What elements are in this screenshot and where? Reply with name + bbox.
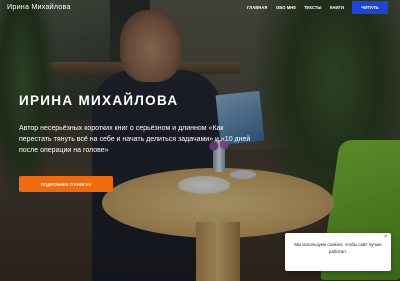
read-button[interactable]: ЧИТАТЬ bbox=[352, 1, 388, 14]
nav-link-books[interactable]: КНИГИ bbox=[330, 5, 344, 10]
more-about-books-button[interactable]: ПОДРОБНЕЕ О КНИГАХ bbox=[19, 176, 113, 192]
hero-title: ИРИНА МИХАЙЛОВА bbox=[19, 93, 179, 108]
nav-link-texts[interactable]: ТЕКСТЫ bbox=[304, 5, 321, 10]
hero-description: Автор несерьёзных коротких книг о серьёз… bbox=[19, 125, 251, 154]
site-header: Ирина Михайлова ГЛАВНАЯ ОБО МНЕ ТЕКСТЫ К… bbox=[0, 0, 400, 15]
site-title-link[interactable]: Ирина Михайлова bbox=[7, 2, 71, 11]
cookie-text: Мы используем cookies, чтобы сайт лучше … bbox=[294, 242, 382, 254]
nav-link-home[interactable]: ГЛАВНАЯ bbox=[247, 5, 267, 10]
cookie-notice: × Мы используем cookies, чтобы сайт лучш… bbox=[285, 233, 391, 271]
close-icon[interactable]: × bbox=[384, 235, 387, 240]
nav-link-about[interactable]: ОБО МНЕ bbox=[276, 5, 296, 10]
